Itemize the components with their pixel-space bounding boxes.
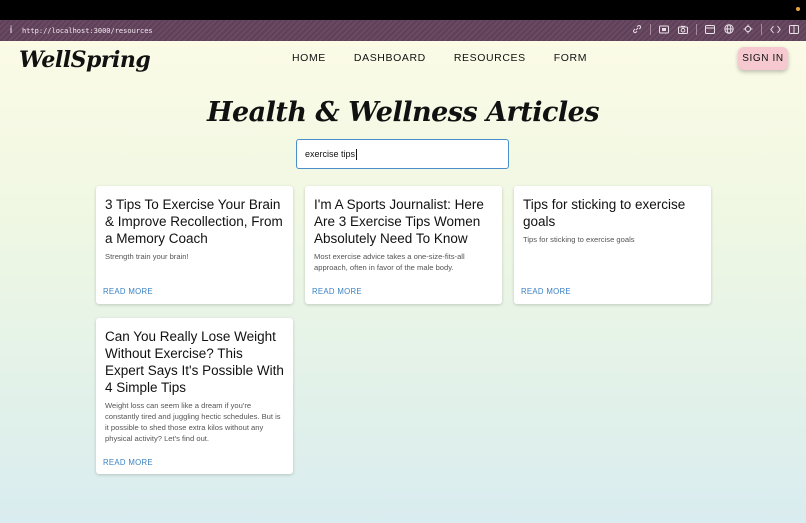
page: WellSpring HOME DASHBOARD RESOURCES FORM… [0,41,806,523]
article-description: Strength train your brain! [105,252,189,261]
toolbar-divider [650,23,651,35]
nav-form[interactable]: FORM [554,52,587,64]
code-icon[interactable] [769,23,781,35]
article-description: Most exercise advice takes a one-size-fi… [314,252,465,272]
nav-dashboard[interactable]: DASHBOARD [354,52,426,64]
globe-icon[interactable] [723,23,735,35]
extension-icon[interactable] [742,23,754,35]
search-input[interactable]: exercise tips [296,139,509,169]
article-description: Weight loss can seem like a dream if you… [105,401,281,443]
search-input-value: exercise tips [305,149,356,159]
page-title: Health & Wellness Articles [206,97,600,128]
info-icon[interactable]: i [0,25,22,36]
read-more-link[interactable]: READ MORE [103,287,153,296]
toolbar-divider [761,23,762,35]
status-dot [796,7,800,11]
main-nav: HOME DASHBOARD RESOURCES FORM [292,52,615,64]
article-title: I'm A Sports Journalist: Here Are 3 Exer… [314,197,484,246]
article-card: 3 Tips To Exercise Your Brain & Improve … [96,186,293,304]
logo[interactable]: WellSpring [19,47,151,73]
text-caret [356,148,358,160]
screenshot-icon[interactable] [658,23,670,35]
nav-resources[interactable]: RESOURCES [454,52,526,64]
article-title: 3 Tips To Exercise Your Brain & Improve … [105,197,283,246]
link-icon[interactable] [631,23,643,35]
read-more-link[interactable]: READ MORE [103,458,153,467]
article-card: I'm A Sports Journalist: Here Are 3 Exer… [305,186,502,304]
browser-address-bar: i http://localhost:3000/resources [0,20,806,41]
article-card: Can You Really Lose Weight Without Exerc… [96,318,293,474]
window-top-bar [0,0,806,20]
window-icon[interactable] [704,23,716,35]
article-description: Tips for sticking to exercise goals [523,235,635,244]
nav-home[interactable]: HOME [292,52,326,64]
browser-toolbar [631,23,800,35]
sidebar-icon[interactable] [788,23,800,35]
read-more-link[interactable]: READ MORE [521,287,571,296]
read-more-link[interactable]: READ MORE [312,287,362,296]
article-title: Tips for sticking to exercise goals [523,197,686,229]
camera-icon[interactable] [677,23,689,35]
sign-in-button[interactable]: SIGN IN [738,47,788,70]
url-text[interactable]: http://localhost:3000/resources [22,27,153,35]
article-title: Can You Really Lose Weight Without Exerc… [105,329,284,395]
article-card: Tips for sticking to exercise goals Tips… [514,186,711,304]
toolbar-divider [696,23,697,35]
